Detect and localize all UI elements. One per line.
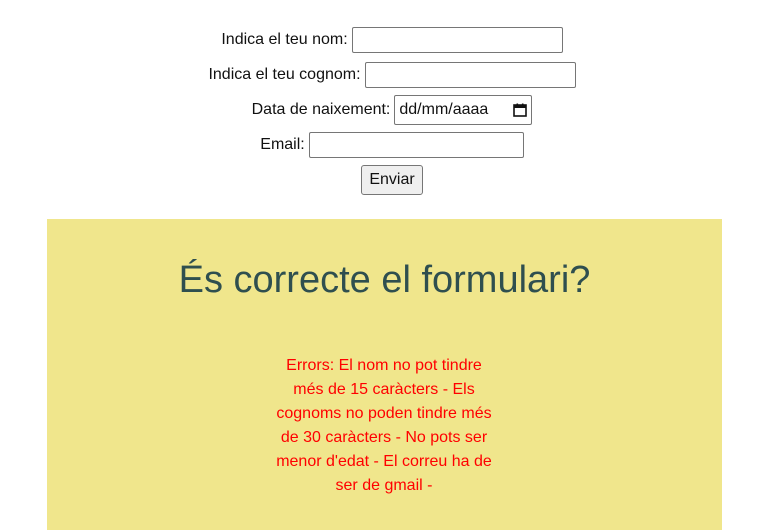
email-row: Email: — [0, 130, 784, 160]
submit-row: Enviar — [0, 165, 784, 195]
name-input[interactable] — [351, 27, 563, 53]
birth-date-input[interactable]: dd/mm/aaaa — [394, 95, 533, 125]
email-label: Email: — [260, 136, 305, 153]
birth-label: Data de naixement: — [251, 101, 391, 118]
birth-row: Data de naixement: dd/mm/aaaa — [0, 95, 784, 125]
surname-label: Indica el teu cognom: — [208, 66, 361, 83]
validation-title: És correcte el formulari? — [178, 259, 591, 301]
calendar-icon[interactable] — [513, 103, 528, 117]
email-input[interactable] — [308, 132, 524, 158]
error-message: Errors: El nom no pot tindre més de 15 c… — [276, 357, 492, 494]
surname-input[interactable] — [364, 62, 576, 88]
submit-button[interactable]: Enviar — [361, 165, 423, 195]
registration-form: Indica el teu nom: Indica el teu cognom:… — [0, 0, 784, 219]
surname-row: Indica el teu cognom: — [0, 60, 784, 90]
name-label: Indica el teu nom: — [221, 31, 348, 48]
validation-panel: És correcte el formulari? Errors: El nom… — [47, 219, 722, 530]
name-row: Indica el teu nom: — [0, 25, 784, 55]
birth-date-placeholder: dd/mm/aaaa — [399, 101, 489, 118]
